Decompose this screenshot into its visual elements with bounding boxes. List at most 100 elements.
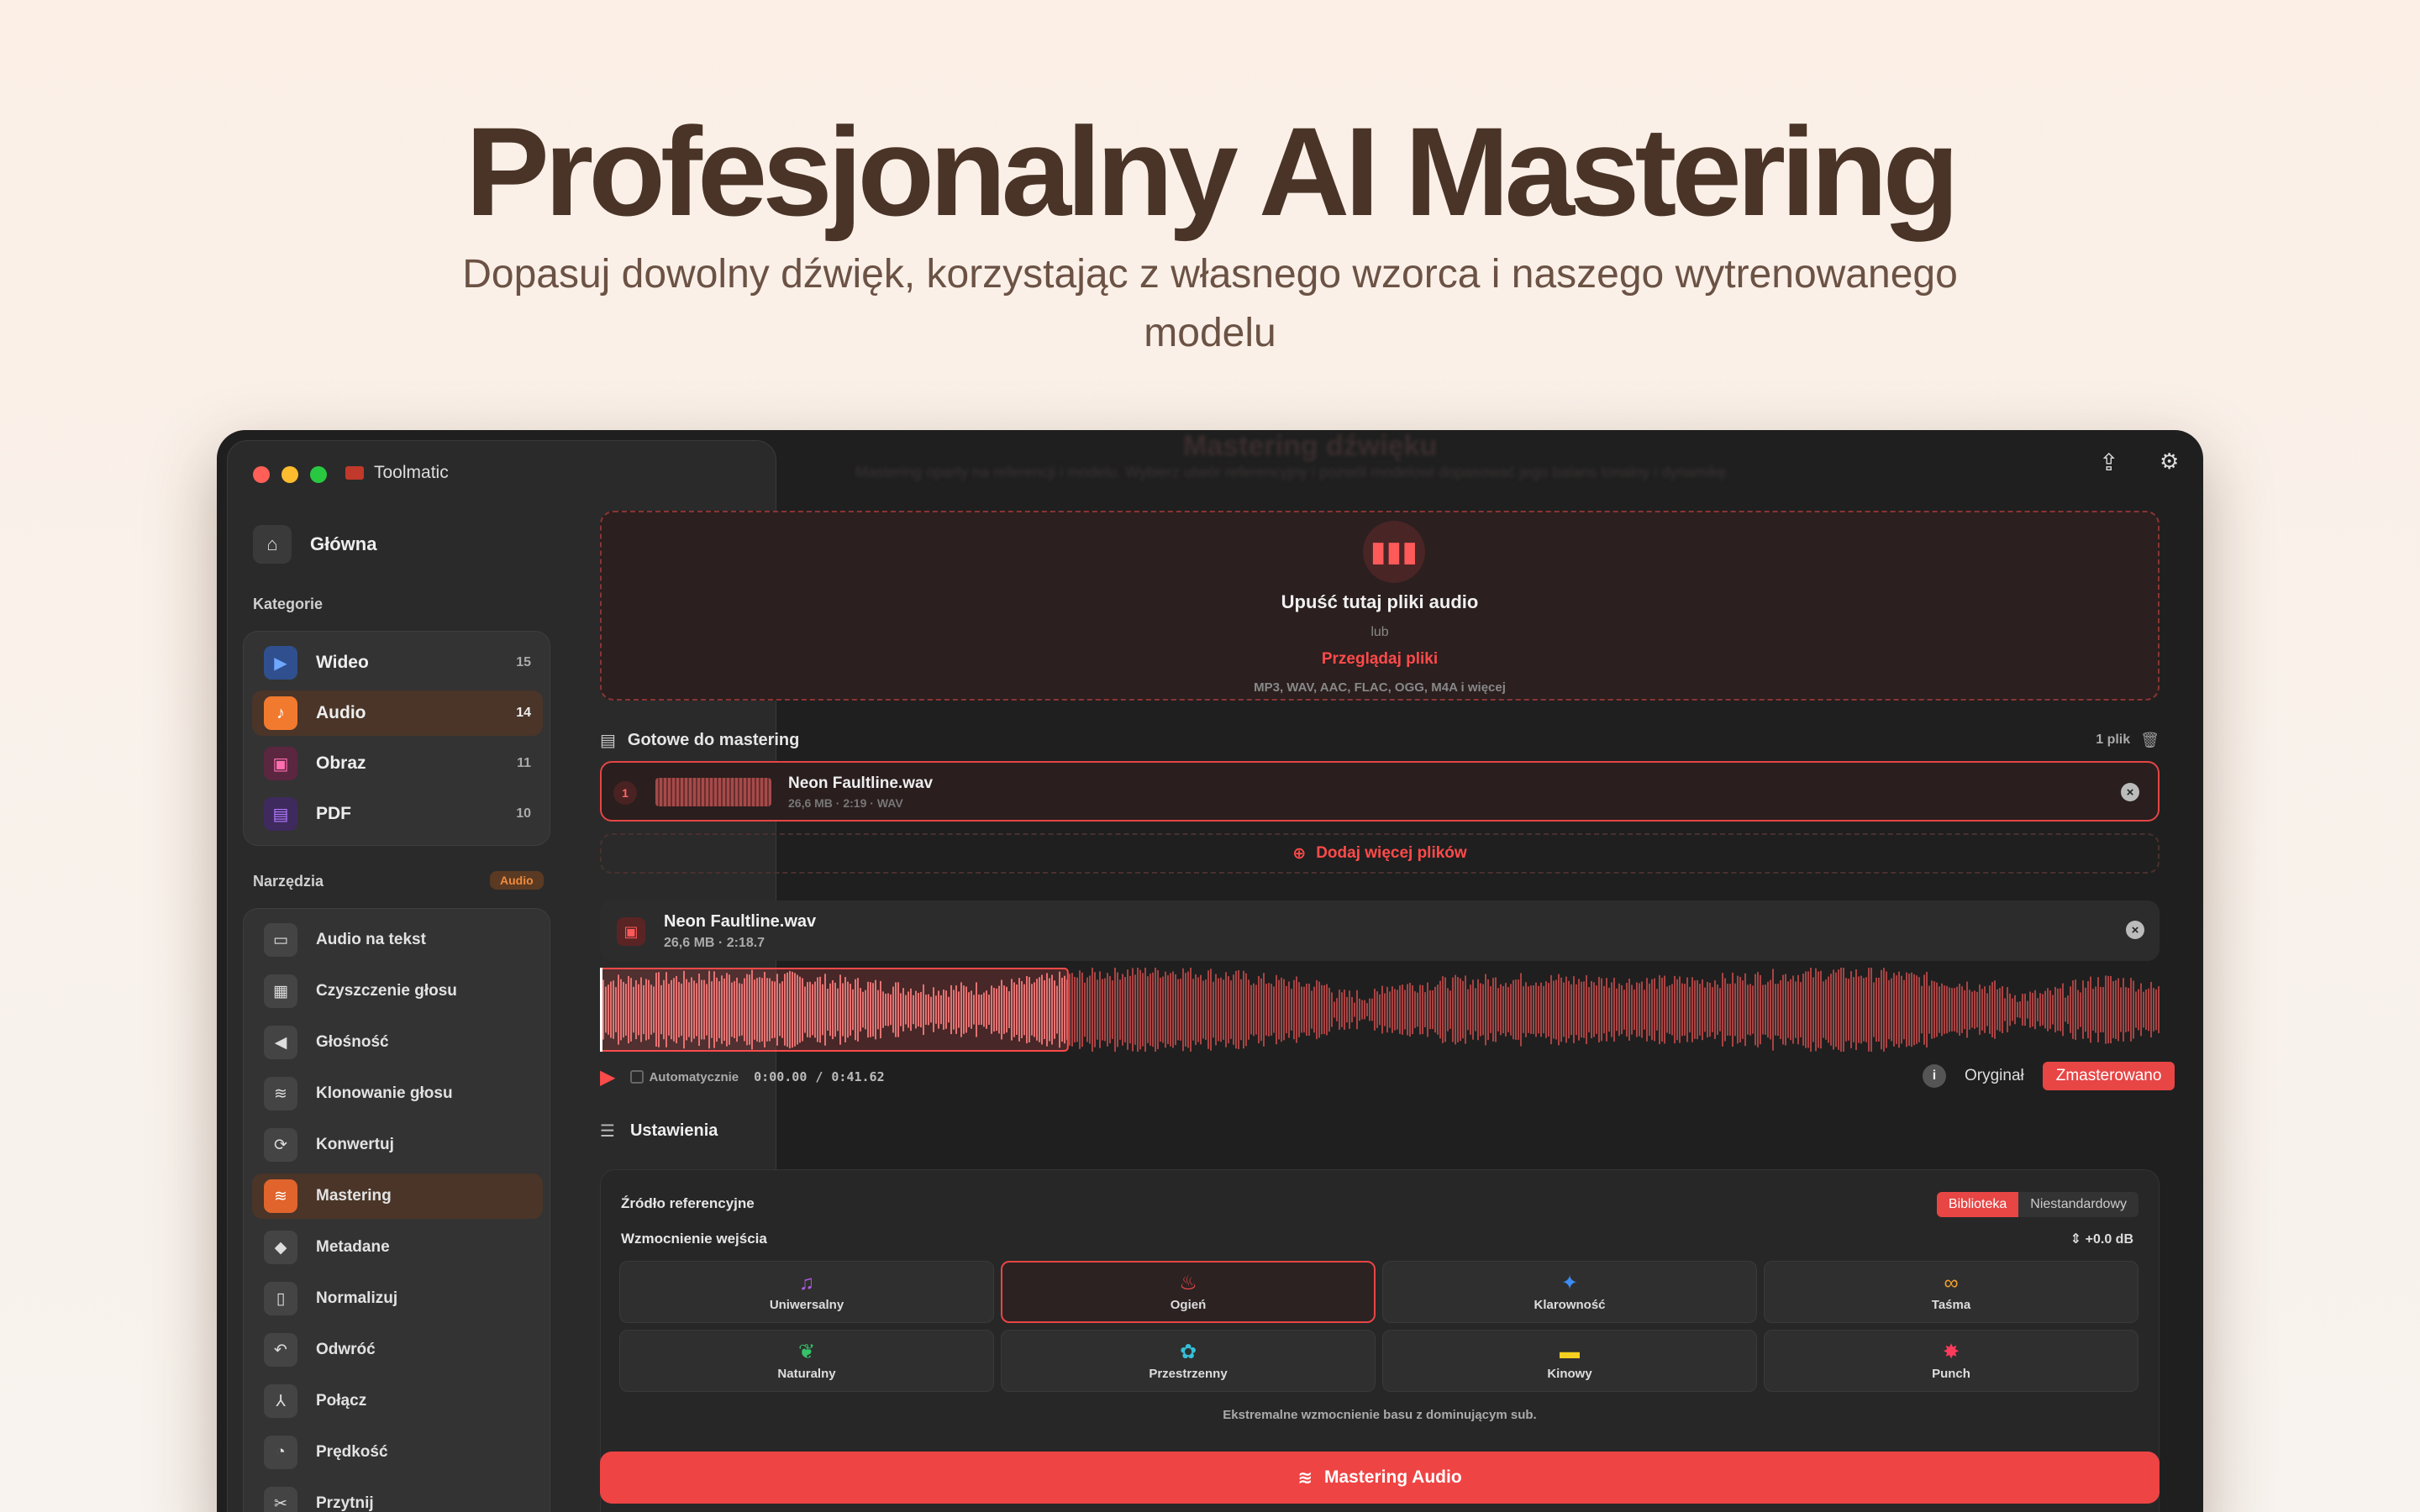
sidebar-item-polacz[interactable]: ⅄ Połącz [252,1378,543,1424]
waveform-bar [1616,988,1618,1032]
waveform-selection[interactable] [600,968,1069,1052]
audio-dropzone[interactable]: ▮▮▮ Upuść tutaj pliki audio lub Przegląd… [600,511,2160,701]
waveform-bar [1702,979,1703,1041]
sidebar-item-obraz[interactable]: ▣ Obraz 11 [252,741,543,786]
waveform-bar [1084,982,1086,1037]
archive-icon: ▤ [600,731,616,750]
waveform-bar [1470,984,1471,1035]
player-header: ▣ Neon Faultline.wav 26,6 MB · 2:18.7 × [600,900,2160,961]
auto-checkbox[interactable] [630,1070,644,1084]
waveform-bar [1528,986,1529,1033]
waveform-bar [1689,986,1691,1033]
waveform-bar [2155,989,2157,1031]
tool-label: Odwróć [316,1341,376,1358]
waveform-bar [1155,968,1156,1052]
waveform-bar [1936,982,1938,1037]
waveform-bar [1465,975,1466,1044]
playhead[interactable] [600,968,602,1052]
waveform-bar [1611,982,1612,1037]
waveform-bar [1102,979,1103,1041]
waveform-bar [1114,968,1116,1052]
waveform-bar [2133,980,2134,1039]
waveform-bar [2017,1001,2018,1018]
share-icon[interactable]: ⇪ [2099,449,2118,476]
waveform-bar [1588,987,1590,1032]
waveform-icon: ≋ [1297,1467,1313,1488]
sidebar-item-przytnij[interactable]: ✂ Przytnij [252,1481,543,1512]
waveform-bar [1694,980,1696,1039]
sidebar-item-pdf[interactable]: ▤ PDF 10 [252,791,543,837]
gear-icon[interactable]: ⚙ [2160,449,2179,475]
time-separator: / [815,1069,823,1084]
waveform-bar [1578,979,1580,1041]
waveform-bar [1359,998,1360,1021]
waveform-bar [1863,978,1865,1042]
info-icon[interactable]: i [1923,1064,1946,1088]
waveform-bar [2102,986,2104,1033]
sidebar-item-metadane[interactable]: ◆ Metadane [252,1225,543,1270]
waveform-bar [1366,1003,1368,1016]
waveform-bar [2075,979,2076,1040]
sidebar-item-mastering[interactable]: ≋ Mastering [252,1173,543,1219]
waveform-bar [1984,986,1986,1033]
sidebar-item-glosnosc[interactable]: ◀ Głośność [252,1020,543,1065]
preset-klarownosc[interactable]: ✦ Klarowność [1382,1261,1757,1323]
sidebar-item-konwertuj[interactable]: ⟳ Konwertuj [252,1122,543,1168]
minimize-window-button[interactable] [281,466,298,483]
preset-przestrzenny[interactable]: ✿ Przestrzenny [1001,1330,1376,1392]
preset-uniwersalny[interactable]: ♫ Uniwersalny [619,1261,994,1323]
waveform-bar [1132,968,1134,1052]
waveform-bar [1749,984,1751,1036]
custom-option[interactable]: Niestandardowy [2018,1192,2139,1217]
waveform-bar [1384,993,1386,1026]
preset-naturalny[interactable]: ❦ Naturalny [619,1330,994,1392]
zoom-window-button[interactable] [310,466,327,483]
waveform-bar [2125,987,2127,1032]
waveform-bar [2019,1001,2021,1018]
waveform-bar [1918,977,1920,1042]
waveform-bar [1081,972,1083,1047]
waveform-bar [2145,989,2147,1031]
sidebar-item-normalizuj[interactable]: ▯ Normalizuj [252,1276,543,1321]
waveform-bar [1167,975,1169,1044]
preset-kinowy[interactable]: ▬ Kinowy [1382,1330,1757,1392]
waveform-bar [1457,977,1459,1042]
waveform-bar [1162,976,1164,1043]
browse-files-link[interactable]: Przeglądaj pliki [602,650,2158,669]
add-more-files-button[interactable]: ⊕ Dodaj więcej plików [600,833,2160,874]
waveform-bar [1129,975,1131,1044]
sidebar-item-predkosc[interactable]: ◔ Prędkość [252,1430,543,1475]
sidebar-item-audio[interactable]: ♪ Audio 14 [252,690,543,736]
preset-tasma[interactable]: ∞ Taśma [1764,1261,2139,1323]
waveform-bar [1296,976,1297,1043]
leaf-icon: ❦ [797,1340,816,1363]
trash-icon[interactable]: 🗑 [2140,732,2160,749]
sidebar-item-klonowanie-glosu[interactable]: ≋ Klonowanie głosu [252,1071,543,1116]
waveform-bar [2057,988,2059,1032]
flame-icon: ♨ [1179,1271,1197,1294]
mastering-audio-button[interactable]: ≋ Mastering Audio [600,1452,2160,1504]
waveform[interactable] [600,968,2160,1052]
file-list-item[interactable]: 1 Neon Faultline.wav 26,6 MB · 2:19 · WA… [600,761,2160,822]
remove-file-icon[interactable]: × [2121,783,2139,801]
preset-punch[interactable]: ✸ Punch [1764,1330,2139,1392]
preset-ogien[interactable]: ♨ Ogień [1001,1261,1376,1323]
category-label: PDF [316,804,351,823]
waveform-bar [1739,977,1741,1042]
close-player-icon[interactable]: × [2126,921,2144,939]
sidebar-item-audio-na-tekst[interactable]: ▭ Audio na tekst [252,917,543,963]
input-gain-stepper[interactable]: ⇕ +0.0 dB [2070,1231,2133,1247]
play-icon[interactable]: ▶ [600,1065,615,1089]
waveform-bar [1886,971,1887,1048]
waveform-bar [1691,977,1693,1042]
sidebar-item-odwroc[interactable]: ↶ Odwróć [252,1327,543,1373]
library-option[interactable]: Biblioteka [1936,1192,2019,1217]
sidebar-item-czyszczenie-glosu[interactable]: ▦ Czyszczenie głosu [252,969,543,1014]
mastered-toggle[interactable]: Zmasterowano [2042,1062,2175,1090]
sidebar-item-wideo[interactable]: ▶ Wideo 15 [252,640,543,685]
close-window-button[interactable] [253,466,270,483]
waveform-bar [1144,968,1146,1052]
sidebar-item-home[interactable]: ⌂ Główna [253,525,376,564]
original-toggle[interactable]: Oryginał [1954,1062,2034,1090]
waveform-bar [1437,984,1439,1035]
